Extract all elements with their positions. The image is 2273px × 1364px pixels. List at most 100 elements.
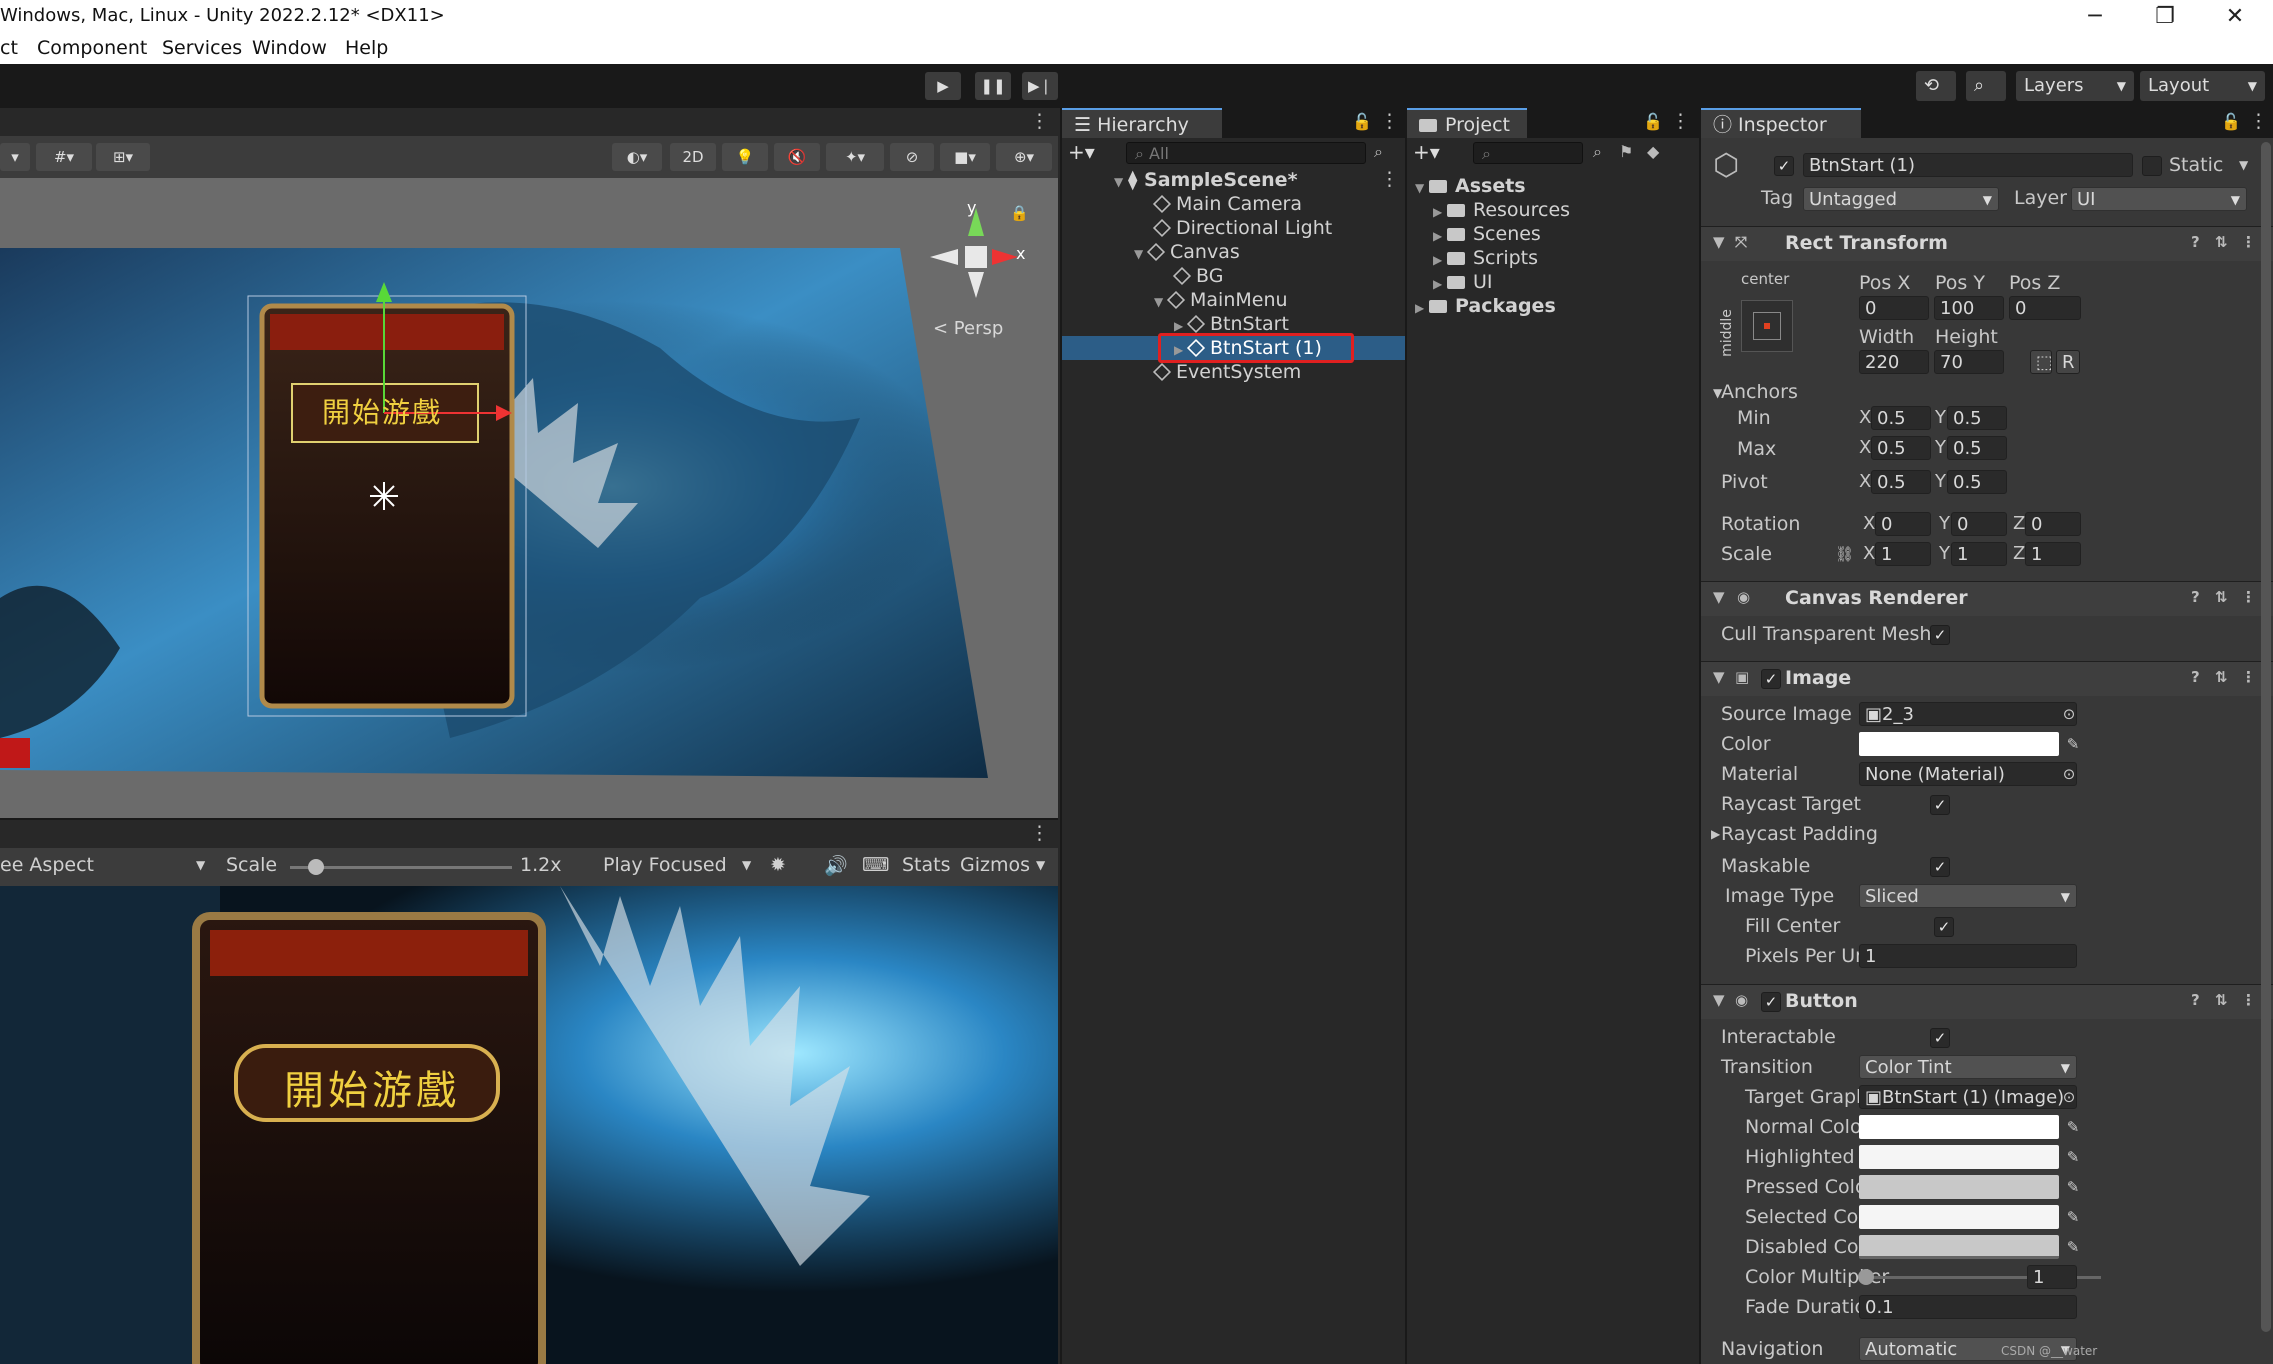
- project-item-resources[interactable]: ▶ Resources: [1407, 198, 1699, 222]
- scene-search-icon[interactable]: ⌕: [1374, 142, 1383, 162]
- posz-field[interactable]: 0: [2009, 296, 2081, 320]
- width-field[interactable]: 220: [1859, 350, 1929, 374]
- lock-icon[interactable]: 🔓: [1643, 112, 1663, 131]
- collapse-arrow-icon[interactable]: ▼: [1713, 668, 1725, 686]
- rot-x-field[interactable]: 0: [1875, 512, 1931, 536]
- layers-dropdown[interactable]: Layers ▼: [2016, 71, 2134, 101]
- bug-icon[interactable]: ✹: [770, 854, 786, 876]
- layout-dropdown[interactable]: Layout ▼: [2140, 71, 2265, 101]
- menu-services[interactable]: Services: [162, 37, 242, 59]
- object-picker-icon[interactable]: ⊙: [2059, 704, 2079, 724]
- hierarchy-item-samplescene[interactable]: ▼ ⧫ SampleScene*: [1062, 168, 1405, 192]
- inspector-scrollbar[interactable]: [2261, 142, 2271, 1332]
- pressed-color-swatch[interactable]: [1859, 1175, 2059, 1199]
- lock-icon[interactable]: 🔓: [1352, 112, 1372, 131]
- help-icon[interactable]: ?: [2191, 233, 2200, 251]
- minimize-icon[interactable]: ─: [2065, 3, 2125, 31]
- max-y-field[interactable]: 0.5: [1947, 436, 2007, 460]
- history-icon[interactable]: ⟲: [1916, 71, 1956, 101]
- blueprint-mode-button[interactable]: ⬚: [2030, 350, 2052, 374]
- pixels-per-unit-field[interactable]: 1: [1859, 944, 2077, 968]
- help-icon[interactable]: ?: [2191, 991, 2200, 1009]
- scale-x-field[interactable]: 1: [1875, 542, 1931, 566]
- interactable-checkbox[interactable]: ✓: [1930, 1028, 1950, 1048]
- tag-dropdown[interactable]: Untagged ▼: [1803, 187, 1999, 211]
- expand-arrow-icon[interactable]: ▶: [1711, 821, 1720, 847]
- project-search-input[interactable]: ⌕: [1473, 142, 1583, 164]
- search-by-type-icon[interactable]: ⌕: [1593, 142, 1602, 162]
- menu-window[interactable]: Window: [252, 37, 327, 59]
- more-icon[interactable]: ⋮: [2249, 110, 2268, 132]
- more-icon[interactable]: ⋮: [1380, 168, 1399, 190]
- expand-arrow-icon[interactable]: ▶: [1433, 224, 1447, 248]
- more-icon[interactable]: ⋮: [2241, 991, 2256, 1009]
- source-image-field[interactable]: ▣2_3: [1859, 702, 2077, 726]
- scale-z-field[interactable]: 1: [2025, 542, 2081, 566]
- hierarchy-item-bg[interactable]: BG: [1062, 264, 1405, 288]
- help-icon[interactable]: ?: [2191, 668, 2200, 686]
- scale-y-field[interactable]: 1: [1951, 542, 2007, 566]
- rot-y-field[interactable]: 0: [1951, 512, 2007, 536]
- menu-help[interactable]: Help: [345, 37, 388, 59]
- expand-arrow-icon[interactable]: ▶: [1433, 200, 1447, 224]
- scene-tool-dropdown[interactable]: ▾: [0, 143, 30, 171]
- chevron-down-icon[interactable]: ▼: [2239, 152, 2248, 178]
- presets-icon[interactable]: ⇅: [2215, 991, 2228, 1009]
- tab-project[interactable]: Project: [1407, 108, 1527, 138]
- eyedropper-icon[interactable]: ✎: [2063, 1117, 2083, 1137]
- help-icon[interactable]: ?: [2191, 588, 2200, 606]
- play-focused-dropdown[interactable]: Play Focused: [603, 854, 727, 876]
- rect-transform-header[interactable]: ▼ ⤧ Rect Transform ? ⇅ ⋮: [1701, 226, 2273, 261]
- pivot-y-field[interactable]: 0.5: [1947, 470, 2007, 494]
- posy-field[interactable]: 100: [1934, 296, 2004, 320]
- filter-icon[interactable]: ⚑: [1619, 142, 1633, 161]
- fill-center-checkbox[interactable]: ✓: [1934, 917, 1954, 937]
- mode-2d-button[interactable]: 2D: [670, 143, 716, 171]
- button-enabled-checkbox[interactable]: ✓: [1761, 992, 1781, 1012]
- project-item-scenes[interactable]: ▶ Scenes: [1407, 222, 1699, 246]
- stats-button[interactable]: Stats: [902, 854, 951, 876]
- project-item-scripts[interactable]: ▶ Scripts: [1407, 246, 1699, 270]
- transition-dropdown[interactable]: Color Tint ▼: [1859, 1055, 2077, 1079]
- color-multiplier-slider-thumb[interactable]: [1858, 1269, 1874, 1285]
- visibility-icon[interactable]: ⊘: [890, 143, 934, 171]
- presets-icon[interactable]: ⇅: [2215, 668, 2228, 686]
- more-icon[interactable]: ⋮: [2241, 233, 2256, 251]
- collapse-arrow-icon[interactable]: ▼: [1713, 233, 1725, 251]
- collapse-arrow-icon[interactable]: ▼: [1713, 991, 1725, 1009]
- hierarchy-item-canvas[interactable]: ▼ Canvas: [1062, 240, 1405, 264]
- image-type-dropdown[interactable]: Sliced ▼: [1859, 884, 2077, 908]
- button-header[interactable]: ▼ ◉ ✓ Button ? ⇅ ⋮: [1701, 984, 2273, 1019]
- hierarchy-item-mainmenu[interactable]: ▼ MainMenu: [1062, 288, 1405, 312]
- selected-color-swatch[interactable]: [1859, 1205, 2059, 1229]
- scale-slider-thumb[interactable]: [308, 859, 324, 875]
- close-icon[interactable]: ✕: [2205, 3, 2265, 31]
- color-multiplier-field[interactable]: 1: [2027, 1265, 2077, 1289]
- eyedropper-icon[interactable]: ✎: [2063, 1177, 2083, 1197]
- expand-arrow-icon[interactable]: ▶: [1433, 272, 1447, 296]
- persp-label[interactable]: < Persp: [933, 318, 1003, 339]
- expand-arrow-icon[interactable]: ▼: [1154, 290, 1168, 314]
- presets-icon[interactable]: ⇅: [2215, 588, 2228, 606]
- presets-icon[interactable]: ⇅: [2215, 233, 2228, 251]
- min-x-field[interactable]: 0.5: [1871, 406, 1931, 430]
- eyedropper-icon[interactable]: ✎: [2063, 1237, 2083, 1257]
- eyedropper-icon[interactable]: ✎: [2063, 734, 2083, 754]
- expand-arrow-icon[interactable]: ▶: [1415, 296, 1429, 320]
- snap-icon[interactable]: #▾: [36, 143, 92, 171]
- add-icon[interactable]: +▾: [1413, 140, 1440, 164]
- posx-field[interactable]: 0: [1859, 296, 1929, 320]
- object-picker-icon[interactable]: ⊙: [2059, 1087, 2079, 1107]
- project-item-assets[interactable]: ▼ Assets: [1407, 174, 1699, 198]
- min-y-field[interactable]: 0.5: [1947, 406, 2007, 430]
- anchor-preset-button[interactable]: [1741, 300, 1793, 352]
- expand-arrow-icon[interactable]: ▶: [1433, 248, 1447, 272]
- collapse-arrow-icon[interactable]: ▼: [1713, 588, 1725, 606]
- gizmo-icon[interactable]: ⊕▾: [996, 143, 1052, 171]
- restore-icon[interactable]: ❐: [2135, 3, 2195, 31]
- grid-icon[interactable]: ⊞▾: [96, 143, 150, 171]
- canvas-renderer-header[interactable]: ▼ ◉ Canvas Renderer ? ⇅ ⋮: [1701, 581, 2273, 616]
- project-item-packages[interactable]: ▶ Packages: [1407, 294, 1699, 318]
- game-view[interactable]: 開始游戲: [0, 886, 1058, 1364]
- active-checkbox[interactable]: ✓: [1774, 156, 1794, 176]
